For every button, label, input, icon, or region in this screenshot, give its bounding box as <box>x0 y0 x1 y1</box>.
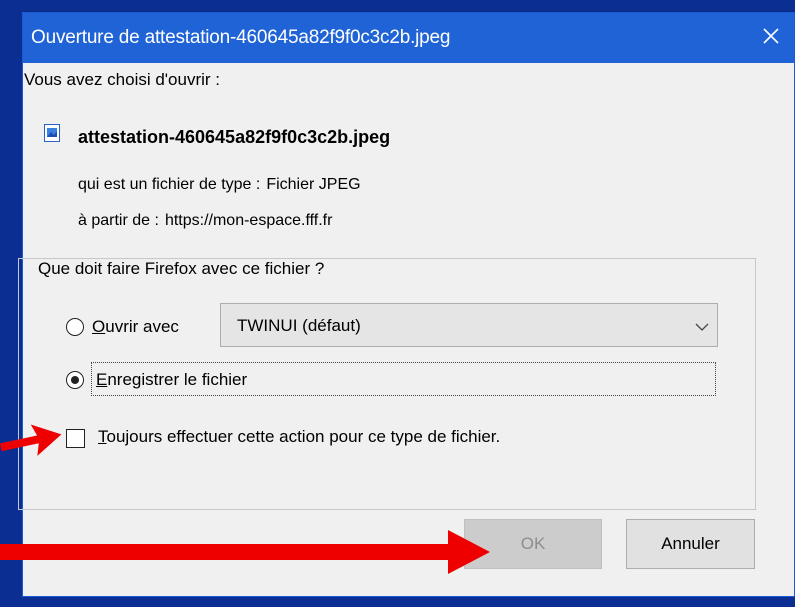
source-url: https://mon-espace.fff.fr <box>164 212 333 229</box>
desktop-background-bottom <box>0 596 795 607</box>
always-do-this-label[interactable]: Toujours effectuer cette action pour ce … <box>98 427 500 447</box>
source-line: à partir de : https://mon-espace.fff.fr <box>78 212 332 230</box>
window-title: Ouverture de attestation-460645a82f9f0c3… <box>31 27 451 48</box>
image-file-icon <box>44 124 60 142</box>
chevron-down-icon <box>695 319 709 337</box>
file-type-label: qui est un fichier de type : <box>78 176 261 193</box>
red-arrow-icon <box>0 530 490 574</box>
source-label: à partir de : <box>78 212 159 229</box>
intro-text: Vous avez choisi d'ouvrir : <box>24 70 221 89</box>
open-with-radio[interactable] <box>66 318 84 336</box>
save-file-radio[interactable] <box>66 371 84 389</box>
file-name: attestation-460645a82f9f0c3c2b.jpeg <box>78 127 391 147</box>
close-icon[interactable] <box>748 13 794 59</box>
red-arrow-icon <box>0 424 62 456</box>
desktop-background-top <box>0 0 795 10</box>
cancel-button[interactable]: Annuler <box>626 519 755 569</box>
action-question: Que doit faire Firefox avec ce fichier ? <box>34 259 329 279</box>
file-type-line: qui est un fichier de type : Fichier JPEG <box>78 176 361 194</box>
open-with-label[interactable]: Ouvrir avec <box>92 317 179 337</box>
application-select[interactable]: TWINUI (défaut) <box>220 303 718 347</box>
file-type-value: Fichier JPEG <box>266 176 361 193</box>
save-file-label[interactable]: Enregistrer le fichier <box>96 370 247 390</box>
application-select-value: TWINUI (défaut) <box>237 316 361 335</box>
title-bar: Ouverture de attestation-460645a82f9f0c3… <box>23 13 794 63</box>
